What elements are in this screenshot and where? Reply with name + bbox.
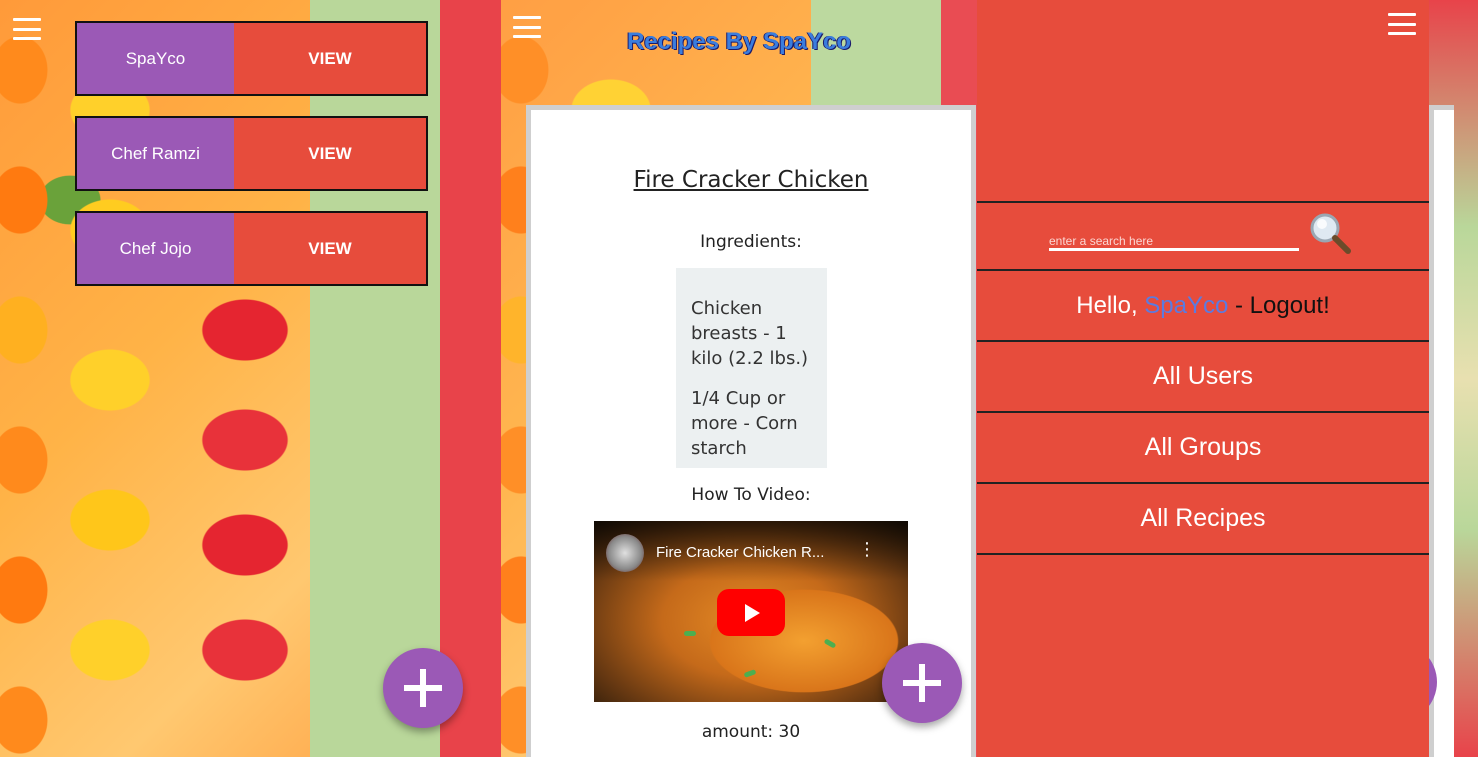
user-name: SpaYco [77,23,234,94]
add-button[interactable] [383,648,463,728]
greeting-text: Hello, [1076,291,1138,319]
hamburger-menu-icon[interactable] [13,16,41,42]
side-menu-screen: Hello, SpaYco - Logout! All Users All Gr… [977,0,1478,757]
video-label: How To Video: [691,485,811,505]
user-card: SpaYco VIEW [75,21,428,96]
ingredients-label: Ingredients: [700,232,802,252]
nav-item-all-users[interactable]: All Users [977,342,1429,413]
plus-icon [903,664,941,702]
ingredients-list[interactable]: Chicken breasts - 1 kilo (2.2 lbs.) 1/4 … [676,268,827,468]
users-list-screen: SpaYco VIEW Chef Ramzi VIEW Chef Jojo VI… [0,0,501,757]
youtube-video-embed[interactable]: Fire Cracker Chicken R... ⋮ [594,521,908,702]
user-card: Chef Jojo VIEW [75,211,428,286]
logout-link[interactable]: Logout! [1250,292,1330,320]
youtube-play-icon[interactable] [717,589,785,636]
more-options-icon[interactable]: ⋮ [858,541,876,559]
search-icon[interactable] [1307,210,1353,256]
view-user-button[interactable]: VIEW [234,23,426,94]
recipe-detail-screen: Recipes By SpaYco Fire Cracker Chicken I… [501,0,977,757]
user-card: Chef Ramzi VIEW [75,116,428,191]
play-icon [745,603,760,622]
nav-drawer: Hello, SpaYco - Logout! All Users All Gr… [977,0,1429,757]
add-button[interactable] [882,643,962,723]
site-title: Recipes By SpaYco [626,28,852,55]
user-name: Chef Jojo [77,213,234,284]
hamburger-menu-icon[interactable] [1388,11,1416,37]
view-user-button[interactable]: VIEW [234,213,426,284]
search-input[interactable] [1049,229,1299,251]
recipe-card-edge [1429,105,1454,757]
ingredient-item: Chicken breasts - 1 kilo (2.2 lbs.) [691,298,809,369]
plus-icon [404,669,442,707]
amount-text: amount: 30 [701,722,801,742]
channel-avatar[interactable] [606,534,644,572]
thumbnail-detail [684,631,696,636]
user-name: Chef Ramzi [77,118,234,189]
greeting-row: Hello, SpaYco - Logout! [977,271,1429,342]
search-row [977,201,1429,271]
recipe-title: Fire Cracker Chicken [633,167,869,193]
ingredient-item: 1/4 Cup or more - Corn starch [691,388,798,459]
separator-text: - [1228,291,1250,319]
nav-item-all-groups[interactable]: All Groups [977,413,1429,484]
video-title[interactable]: Fire Cracker Chicken R... [656,544,824,561]
current-username[interactable]: SpaYco [1144,292,1228,320]
nav-item-all-recipes[interactable]: All Recipes [977,484,1429,555]
view-user-button[interactable]: VIEW [234,118,426,189]
candy-background [0,0,501,757]
